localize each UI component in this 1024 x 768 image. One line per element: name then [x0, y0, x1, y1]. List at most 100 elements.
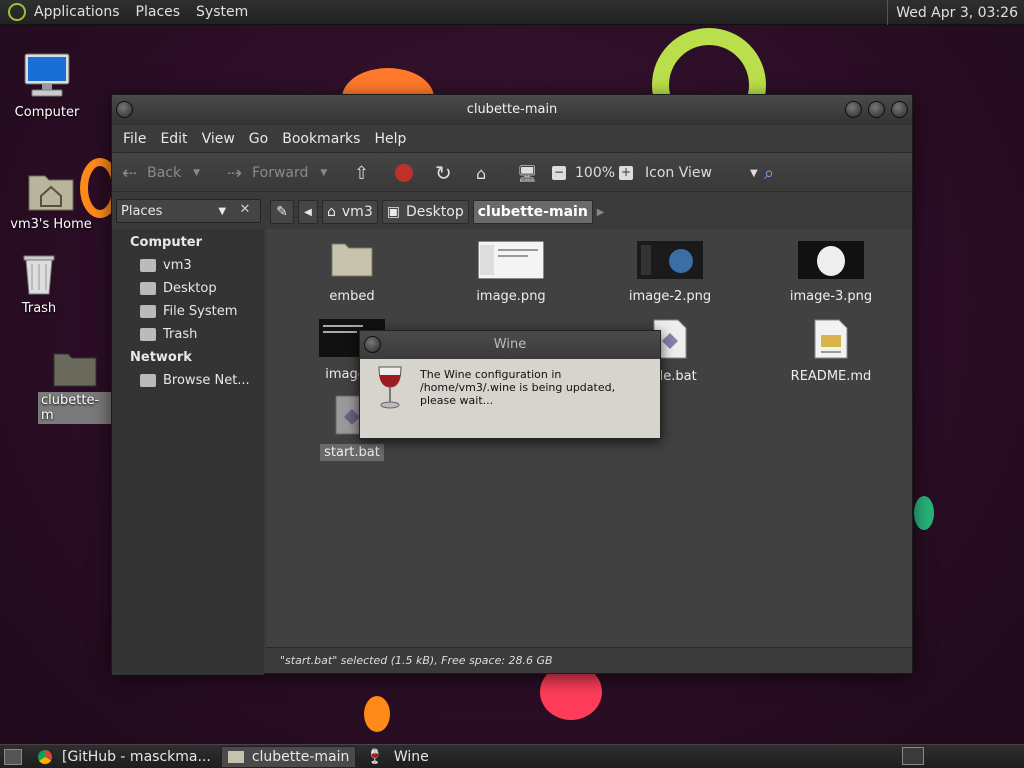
- window-title: clubette-main: [466, 102, 558, 117]
- menu-bookmarks[interactable]: Bookmarks: [275, 131, 367, 147]
- back-label: Back: [147, 165, 182, 181]
- wine-glass-icon: 🍷: [366, 748, 384, 765]
- clock[interactable]: Wed Apr 3, 03:26: [887, 0, 1024, 25]
- system-menu[interactable]: System: [196, 4, 248, 20]
- menu-help[interactable]: Help: [367, 131, 413, 147]
- sidebar-item-label: vm3: [163, 258, 192, 273]
- zoom-level[interactable]: 100%: [575, 153, 615, 193]
- menu-view[interactable]: View: [195, 131, 242, 147]
- chevron-down-icon[interactable]: ▼: [193, 168, 200, 178]
- sidebar-item-label: Desktop: [163, 281, 217, 296]
- back-arrow-icon: ⇠: [122, 162, 138, 184]
- sidebar-heading-network: Network: [130, 350, 192, 365]
- menubar: File Edit View Go Bookmarks Help: [112, 125, 912, 152]
- close-sidebar-icon[interactable]: ✕: [233, 199, 257, 223]
- drive-icon: [140, 305, 156, 318]
- breadcrumb-label: vm3: [341, 204, 373, 220]
- file-name: image.png: [476, 289, 546, 304]
- task-github[interactable]: [GitHub - masckma...: [32, 746, 217, 768]
- wine-dialog-titlebar[interactable]: Wine: [360, 331, 660, 359]
- file-item[interactable]: README.md: [771, 319, 891, 384]
- file-item[interactable]: image-3.png: [771, 241, 891, 304]
- desktop-icon-label: clubette-m: [38, 392, 112, 424]
- breadcrumb-clubette-main[interactable]: clubette-main: [472, 200, 593, 224]
- zoom-out-icon[interactable]: −: [552, 153, 566, 193]
- file-item[interactable]: embed: [292, 241, 412, 304]
- close-button[interactable]: [891, 101, 908, 118]
- reload-icon[interactable]: ↻: [435, 153, 452, 193]
- menu-edit[interactable]: Edit: [153, 131, 194, 147]
- forward-arrow-icon: ⇢: [227, 162, 243, 184]
- home-icon[interactable]: ⌂: [476, 153, 486, 193]
- edit-path-icon[interactable]: ✎: [270, 200, 294, 224]
- desktop-icon-clubette[interactable]: clubette-m: [38, 350, 112, 424]
- breadcrumb-desktop[interactable]: ▣ Desktop: [381, 200, 469, 224]
- task-wine[interactable]: 🍷 Wine: [360, 746, 434, 768]
- applications-logo-icon[interactable]: [8, 3, 26, 21]
- breadcrumb-label: Desktop: [405, 204, 464, 220]
- folder-icon: [53, 353, 97, 387]
- sidebar-item-vm3[interactable]: vm3: [112, 254, 264, 277]
- home-folder-icon: [28, 175, 74, 211]
- decor-blob: [914, 496, 934, 530]
- chevron-left-icon[interactable]: ◀: [298, 200, 318, 224]
- trash-icon: [23, 255, 55, 295]
- desktop-icon-home[interactable]: vm3's Home: [1, 168, 101, 233]
- wine-dialog-title: Wine: [493, 337, 527, 352]
- window-menu-button[interactable]: [116, 101, 133, 118]
- sidebar-heading-computer: Computer: [130, 235, 203, 250]
- applications-menu[interactable]: Applications: [34, 4, 120, 20]
- desktop-icon-computer[interactable]: Computer: [0, 52, 97, 121]
- search-icon[interactable]: ⌕: [764, 153, 774, 193]
- window-titlebar[interactable]: clubette-main: [112, 95, 912, 125]
- sidebar-item-trash[interactable]: Trash: [112, 323, 264, 346]
- wine-glass-icon: [378, 366, 402, 409]
- places-selector-label: Places: [121, 203, 163, 219]
- back-button[interactable]: ⇠ Back ▼: [122, 153, 200, 193]
- chevron-right-icon[interactable]: ▶: [597, 207, 605, 218]
- text-file-icon: [814, 319, 848, 359]
- image-thumbnail-icon: [477, 240, 545, 280]
- trash-icon: [140, 328, 156, 341]
- breadcrumb-vm3[interactable]: ⌂ vm3: [322, 200, 378, 224]
- task-label: clubette-main: [251, 748, 350, 765]
- desktop-icon-label: Trash: [21, 301, 57, 316]
- desktop-icon-label: vm3's Home: [10, 217, 92, 232]
- folder-icon: [227, 750, 244, 763]
- task-clubette-main[interactable]: clubette-main: [220, 745, 357, 768]
- sidebar-item-file-system[interactable]: File System: [112, 300, 264, 323]
- show-desktop-icon[interactable]: [4, 748, 22, 765]
- home-icon: [140, 259, 156, 272]
- maximize-button[interactable]: [868, 101, 885, 118]
- file-name: README.md: [790, 369, 872, 384]
- zoom-in-icon[interactable]: +: [619, 153, 633, 193]
- toolbar: ⇠ Back ▼ ⇢ Forward ▼ ⇧ ↻ ⌂ 🖥 − 100% + Ic…: [112, 152, 912, 192]
- up-icon[interactable]: ⇧: [354, 153, 369, 193]
- sidebar-item-label: Browse Net...: [163, 373, 250, 388]
- sidebar: Computer vm3 Desktop File System Trash N…: [112, 229, 264, 675]
- menu-file[interactable]: File: [116, 131, 153, 147]
- minimize-button[interactable]: [845, 101, 862, 118]
- stop-icon[interactable]: [395, 153, 413, 193]
- chevron-down-icon: ▼: [218, 205, 227, 217]
- sidebar-item-browse-network[interactable]: Browse Net...: [112, 369, 264, 392]
- chrome-icon: [38, 749, 52, 764]
- workspace-switcher-icon[interactable]: [902, 747, 924, 765]
- wine-dialog-message: The Wine configuration in /home/vm3/.win…: [420, 368, 616, 407]
- places-menu[interactable]: Places: [136, 4, 181, 20]
- forward-label: Forward: [252, 165, 309, 181]
- file-item[interactable]: image.png: [451, 240, 571, 304]
- file-name: image-2.png: [628, 289, 712, 304]
- desktop-icon-trash[interactable]: Trash: [0, 250, 89, 317]
- folder-icon: [331, 243, 373, 277]
- window-menu-button[interactable]: [364, 336, 381, 353]
- wine-dialog: Wine The Wine configuration in /home/vm3…: [359, 330, 661, 439]
- chevron-down-icon[interactable]: ▼: [320, 168, 327, 178]
- file-view[interactable]: embed image.png image-2.png image-3.png …: [266, 229, 912, 649]
- file-item[interactable]: image-2.png: [610, 241, 730, 304]
- sidebar-item-desktop[interactable]: Desktop: [112, 277, 264, 300]
- computer-icon[interactable]: 🖥: [517, 153, 537, 193]
- menu-go[interactable]: Go: [242, 131, 275, 147]
- view-mode-select[interactable]: Icon View ▼: [645, 153, 758, 193]
- forward-button[interactable]: ⇢ Forward ▼: [227, 153, 327, 193]
